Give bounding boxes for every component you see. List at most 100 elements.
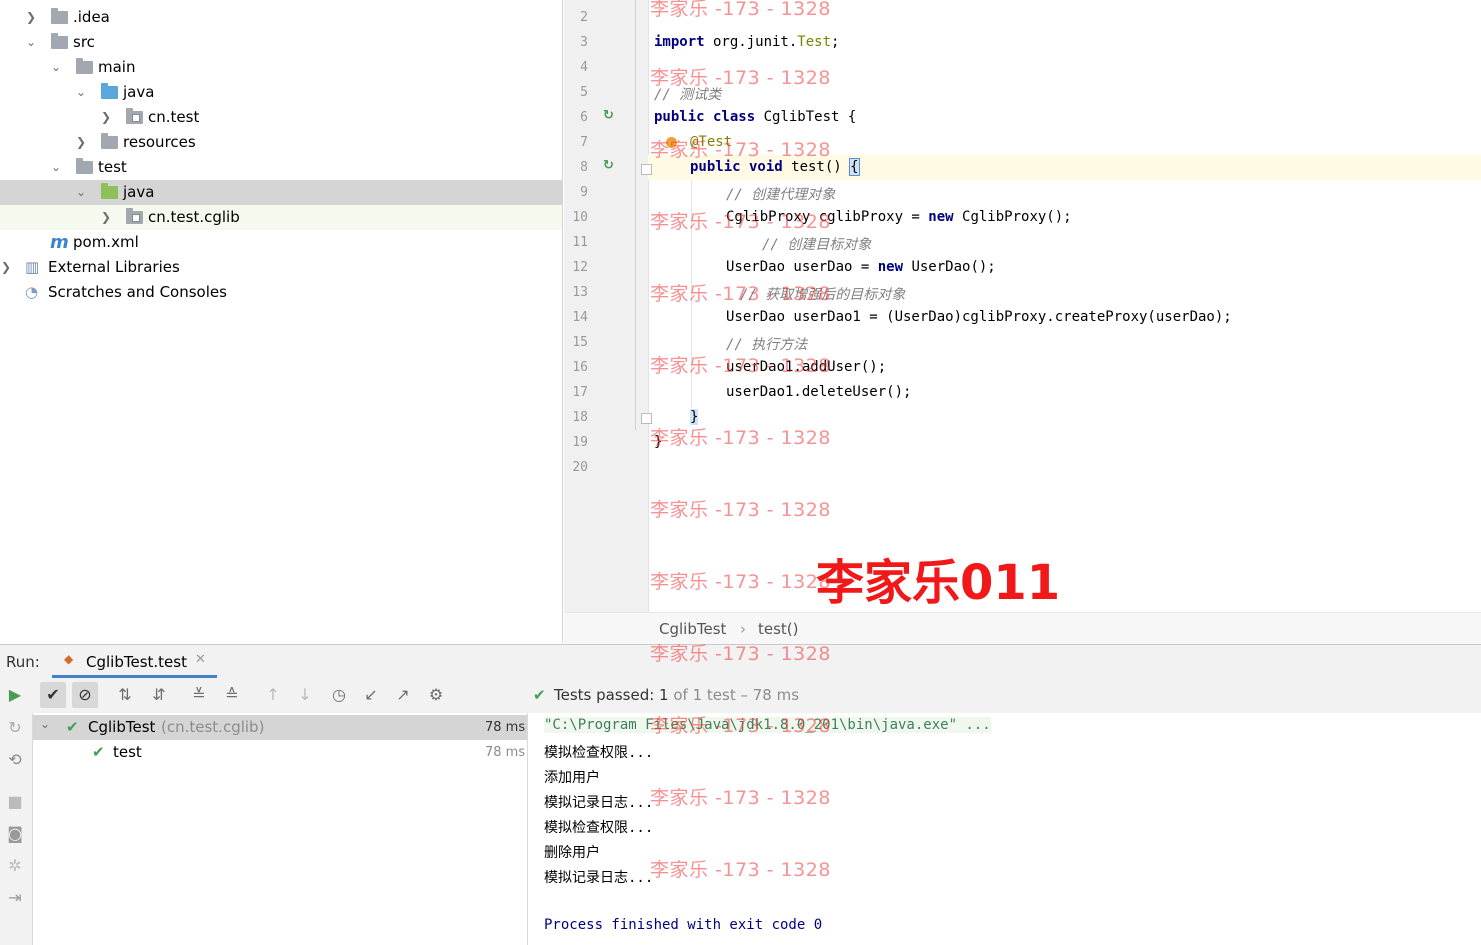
- test-folder-icon: [101, 183, 118, 199]
- line-number: 4: [580, 60, 588, 75]
- watermark: 李家乐 -173 - 1328: [650, 643, 831, 665]
- fold-icon[interactable]: [641, 164, 652, 175]
- rerun-failed-icon[interactable]: ↻: [2, 715, 28, 741]
- run-test-class-icon[interactable]: ↻: [603, 108, 614, 123]
- test-row-cglibtest[interactable]: ⌄ ✔ CglibTest (cn.test.cglib) 78 ms: [33, 715, 527, 740]
- source-folder-icon: [101, 83, 118, 99]
- chevron-down-icon[interactable]: ⌄: [75, 180, 87, 205]
- console-line: 模拟检查权限...: [544, 820, 654, 836]
- line-number: 5: [580, 85, 588, 100]
- breadcrumb-class[interactable]: CglibTest: [659, 620, 726, 638]
- line-number: 3: [580, 35, 588, 50]
- keyword: import: [654, 34, 705, 50]
- chevron-down-icon[interactable]: ⌄: [25, 30, 37, 55]
- test-results-tree: ⌄ ✔ CglibTest (cn.test.cglib) 78 ms ✔ te…: [33, 713, 528, 945]
- tree-item-resources[interactable]: ❯ resources: [0, 130, 562, 155]
- status-suffix: of 1 test – 78 ms: [668, 686, 800, 704]
- breadcrumb-method[interactable]: test(): [758, 620, 799, 638]
- toggle-auto-test-icon[interactable]: ⟲: [2, 747, 28, 773]
- tree-item-label: .idea: [73, 8, 110, 26]
- code-text: CglibTest {: [755, 109, 857, 125]
- tree-item-src[interactable]: ⌄ src: [0, 30, 562, 55]
- package-icon: [126, 208, 143, 224]
- tree-item-test[interactable]: ⌄ test: [0, 155, 562, 180]
- show-ignored-icon[interactable]: ⊘: [72, 682, 98, 708]
- previous-failed-icon[interactable]: ↑: [260, 682, 286, 708]
- tree-item-idea[interactable]: ❯ .idea: [0, 5, 562, 30]
- tree-item-label: test: [98, 158, 127, 176]
- next-failed-icon[interactable]: ↓: [292, 682, 318, 708]
- status-prefix: Tests passed:: [554, 686, 660, 704]
- matched-brace: {: [849, 158, 860, 176]
- console-line: 添加用户: [544, 770, 600, 786]
- line-number: 13: [572, 285, 588, 300]
- exit-icon[interactable]: ⇥: [2, 885, 28, 911]
- watermark: 李家乐 -173 - 1328: [650, 499, 831, 521]
- tree-item-label: pom.xml: [73, 233, 139, 251]
- chevron-down-icon[interactable]: ⌄: [75, 80, 87, 105]
- chevron-right-icon[interactable]: ❯: [25, 5, 37, 30]
- sort-duration-icon[interactable]: ⇵: [146, 682, 172, 708]
- test-name: CglibTest: [88, 718, 156, 736]
- line-number: 2: [580, 10, 588, 25]
- line-number: 19: [572, 435, 588, 450]
- breadcrumb-separator: ›: [740, 620, 746, 638]
- line-number: 20: [572, 460, 588, 475]
- maven-icon: m: [50, 232, 69, 253]
- line-number: 11: [572, 235, 588, 250]
- line-number: 12: [572, 260, 588, 275]
- console-line: 删除用户: [544, 845, 600, 861]
- scratches-icon: ◔: [25, 283, 39, 301]
- close-icon[interactable]: ✕: [195, 652, 206, 667]
- history-icon[interactable]: ◷: [326, 682, 352, 708]
- run-test-method-icon[interactable]: ↻: [603, 158, 614, 173]
- chevron-down-icon[interactable]: ⌄: [50, 155, 62, 180]
- test-time: 78 ms: [485, 720, 526, 735]
- package-icon: [126, 108, 143, 124]
- tree-item-pom[interactable]: m pom.xml: [0, 230, 562, 255]
- tree-item-label: src: [73, 33, 95, 51]
- test-config-icon: ◆: [64, 652, 74, 666]
- chevron-right-icon[interactable]: ❯: [100, 205, 112, 230]
- chevron-right-icon[interactable]: ❯: [0, 255, 12, 280]
- project-tree-panel: ❯ .idea ⌄ src ⌄ main ⌄ java ❯ cn.test ❯ …: [0, 0, 563, 643]
- tree-item-external-libraries[interactable]: ❯ ▥ External Libraries: [0, 255, 562, 280]
- tree-item-main-java[interactable]: ⌄ java: [0, 80, 562, 105]
- stop-icon[interactable]: ■: [2, 789, 28, 815]
- tree-item-main[interactable]: ⌄ main: [0, 55, 562, 80]
- console-output[interactable]: [528, 713, 1481, 945]
- gear-icon[interactable]: ⚙: [423, 682, 449, 708]
- camera-icon[interactable]: ◙: [2, 821, 28, 847]
- chevron-down-icon[interactable]: ⌄: [40, 717, 50, 731]
- chevron-right-icon[interactable]: ❯: [75, 130, 87, 155]
- import-tests-icon[interactable]: ↙: [358, 682, 384, 708]
- collapse-all-icon[interactable]: ≙: [219, 682, 245, 708]
- line-number: 17: [572, 385, 588, 400]
- rerun-icon[interactable]: ▶: [2, 682, 28, 708]
- tree-item-label: main: [98, 58, 136, 76]
- test-name: test: [113, 743, 142, 761]
- tree-item-scratches[interactable]: ◔ Scratches and Consoles: [0, 280, 562, 305]
- debug-icon[interactable]: ✲: [2, 853, 28, 879]
- code-line: import org.junit.Test;: [654, 34, 839, 50]
- watermark: 李家乐 -173 - 1328: [650, 67, 831, 89]
- tab-label: CglibTest.test: [86, 653, 187, 671]
- tree-item-cn-test[interactable]: ❯ cn.test: [0, 105, 562, 130]
- chevron-right-icon[interactable]: ❯: [100, 105, 112, 130]
- chevron-down-icon[interactable]: ⌄: [50, 55, 62, 80]
- export-tests-icon[interactable]: ↗: [390, 682, 416, 708]
- test-row-test[interactable]: ✔ test 78 ms: [33, 740, 527, 765]
- tree-item-cn-test-cglib[interactable]: ❯ cn.test.cglib: [0, 205, 562, 230]
- watermark: 李家乐 -173 - 1328: [650, 211, 831, 233]
- tab-cglibtest-test[interactable]: ◆ CglibTest.test ✕: [52, 645, 217, 678]
- console-line: 模拟记录日志...: [544, 870, 654, 886]
- show-passed-icon[interactable]: ✔: [40, 682, 66, 708]
- expand-all-icon[interactable]: ≚: [186, 682, 212, 708]
- passed-icon: ✔: [66, 718, 79, 736]
- tree-item-test-java[interactable]: ⌄ java: [0, 180, 562, 205]
- watermark: 李家乐 -173 - 1328: [650, 139, 831, 161]
- watermark: 李家乐 -173 - 1328: [650, 355, 831, 377]
- tree-item-label: External Libraries: [48, 258, 180, 276]
- tree-item-label: java: [123, 183, 155, 201]
- sort-alpha-icon[interactable]: ⇅: [112, 682, 138, 708]
